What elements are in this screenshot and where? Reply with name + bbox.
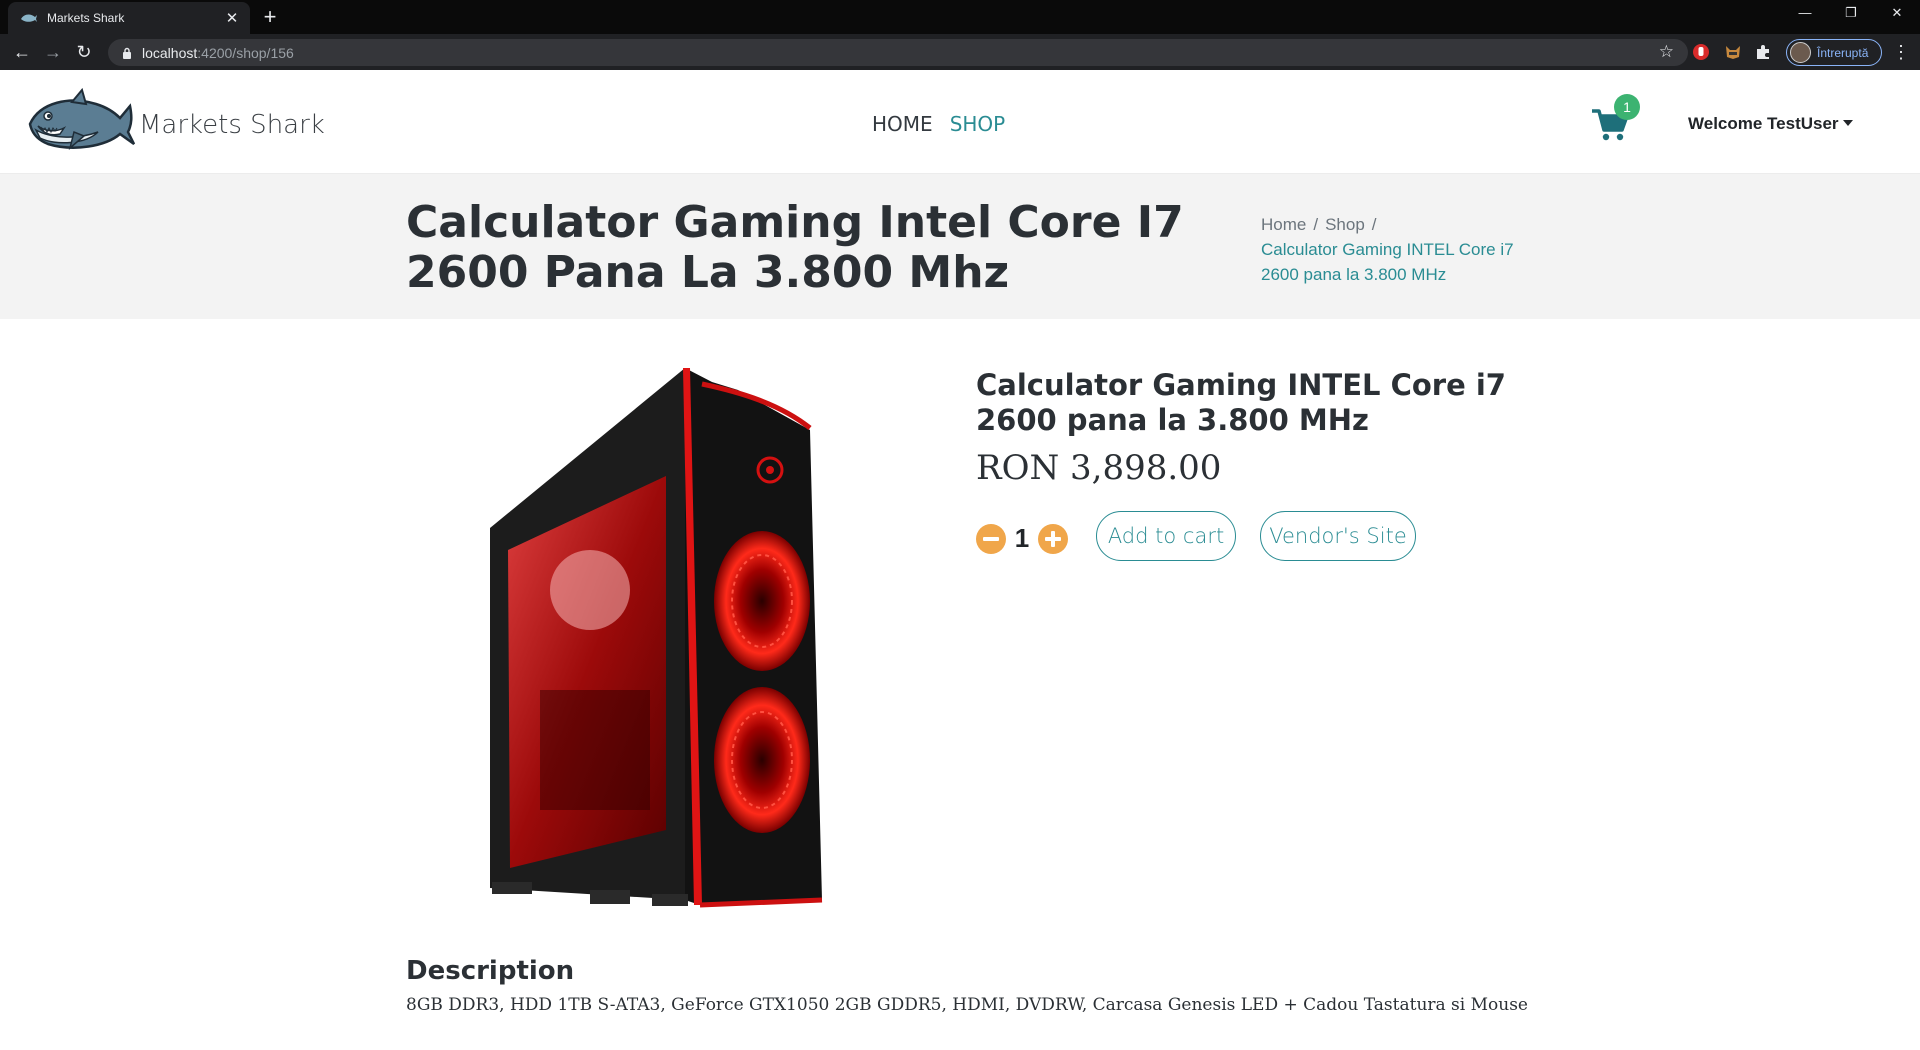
product-image — [490, 368, 823, 908]
browser-tab-strip: Markets Shark ✕ + — ❐ ✕ — [0, 0, 1920, 34]
description-text: 8GB DDR3, HDD 1TB S-ATA3, GeForce GTX105… — [406, 995, 1528, 1015]
browser-toolbar: ← → ↻ localhost:4200/shop/156 ☆ Întrerup… — [0, 34, 1920, 70]
profile-status-label: Întreruptă — [1817, 45, 1869, 60]
vendor-site-button[interactable]: Vendor's Site — [1260, 511, 1416, 561]
breadcrumb-shop[interactable]: Shop — [1325, 215, 1365, 234]
plus-icon[interactable] — [1038, 523, 1068, 554]
breadcrumb-home[interactable]: Home — [1261, 215, 1306, 234]
shark-favicon-icon — [21, 14, 37, 22]
quantity-value: 1 — [1014, 523, 1030, 553]
product-name: Calculator Gaming INTEL Core i7 2600 pan… — [976, 368, 1506, 437]
chevron-down-icon — [1842, 119, 1853, 126]
lock-icon — [123, 47, 131, 59]
quantity-stepper: 1 — [976, 523, 1068, 554]
page-title-banner: Calculator Gaming Intel Core I7 2600 Pan… — [0, 174, 1920, 319]
close-window-icon[interactable]: ✕ — [1882, 5, 1912, 21]
breadcrumb-separator: / — [1313, 215, 1319, 234]
breadcrumb: Home / Shop / Calculator Gaming INTEL Core … — [1261, 212, 1521, 287]
minimize-icon[interactable]: — — [1790, 5, 1820, 20]
browser-tab[interactable]: Markets Shark ✕ — [8, 2, 250, 34]
url-host: localhost — [142, 44, 198, 61]
address-bar[interactable]: localhost:4200/shop/156 ☆ — [108, 39, 1688, 66]
description-title: Description — [406, 956, 575, 986]
new-tab-icon[interactable]: + — [258, 5, 282, 29]
add-to-cart-button[interactable]: Add to cart — [1096, 511, 1236, 561]
main-nav: HOME SHOP — [872, 112, 1005, 136]
extension-fox-icon[interactable] — [1724, 43, 1742, 61]
cart-count-badge: 1 — [1614, 94, 1640, 120]
url-path: :4200/shop/156 — [197, 44, 294, 61]
tab-title: Markets Shark — [47, 11, 125, 25]
browser-menu-icon[interactable]: ⋮ — [1892, 42, 1910, 62]
forward-icon[interactable]: → — [43, 42, 63, 62]
nav-home-link[interactable]: HOME — [872, 112, 933, 136]
user-dropdown[interactable]: Welcome TestUser — [1688, 114, 1853, 134]
nav-shop-link[interactable]: SHOP — [950, 112, 1006, 136]
page-title: Calculator Gaming Intel Core I7 2600 Pan… — [406, 197, 1184, 298]
breadcrumb-separator: / — [1371, 215, 1377, 234]
breadcrumb-current: Calculator Gaming INTEL Core i7 2600 pan… — [1261, 240, 1514, 284]
extension-red-icon[interactable] — [1692, 43, 1710, 61]
restore-icon[interactable]: ❐ — [1836, 5, 1866, 21]
extensions-puzzle-icon[interactable] — [1754, 43, 1772, 61]
profile-button[interactable]: Întreruptă — [1786, 39, 1882, 66]
brand-name[interactable]: Markets Shark — [139, 110, 325, 140]
minus-icon[interactable] — [976, 523, 1006, 554]
tab-close-icon[interactable]: ✕ — [224, 11, 240, 26]
avatar — [1790, 42, 1811, 63]
product-price: RON 3,898.00 — [976, 448, 1222, 488]
shark-logo-icon[interactable] — [26, 88, 136, 154]
bookmark-star-icon[interactable]: ☆ — [1659, 43, 1674, 61]
reload-icon[interactable]: ↻ — [74, 42, 94, 62]
user-greeting: Welcome TestUser — [1688, 114, 1839, 133]
back-icon[interactable]: ← — [12, 42, 32, 62]
site-header: Markets Shark HOME SHOP 1 Welcome TestUs… — [0, 70, 1920, 174]
